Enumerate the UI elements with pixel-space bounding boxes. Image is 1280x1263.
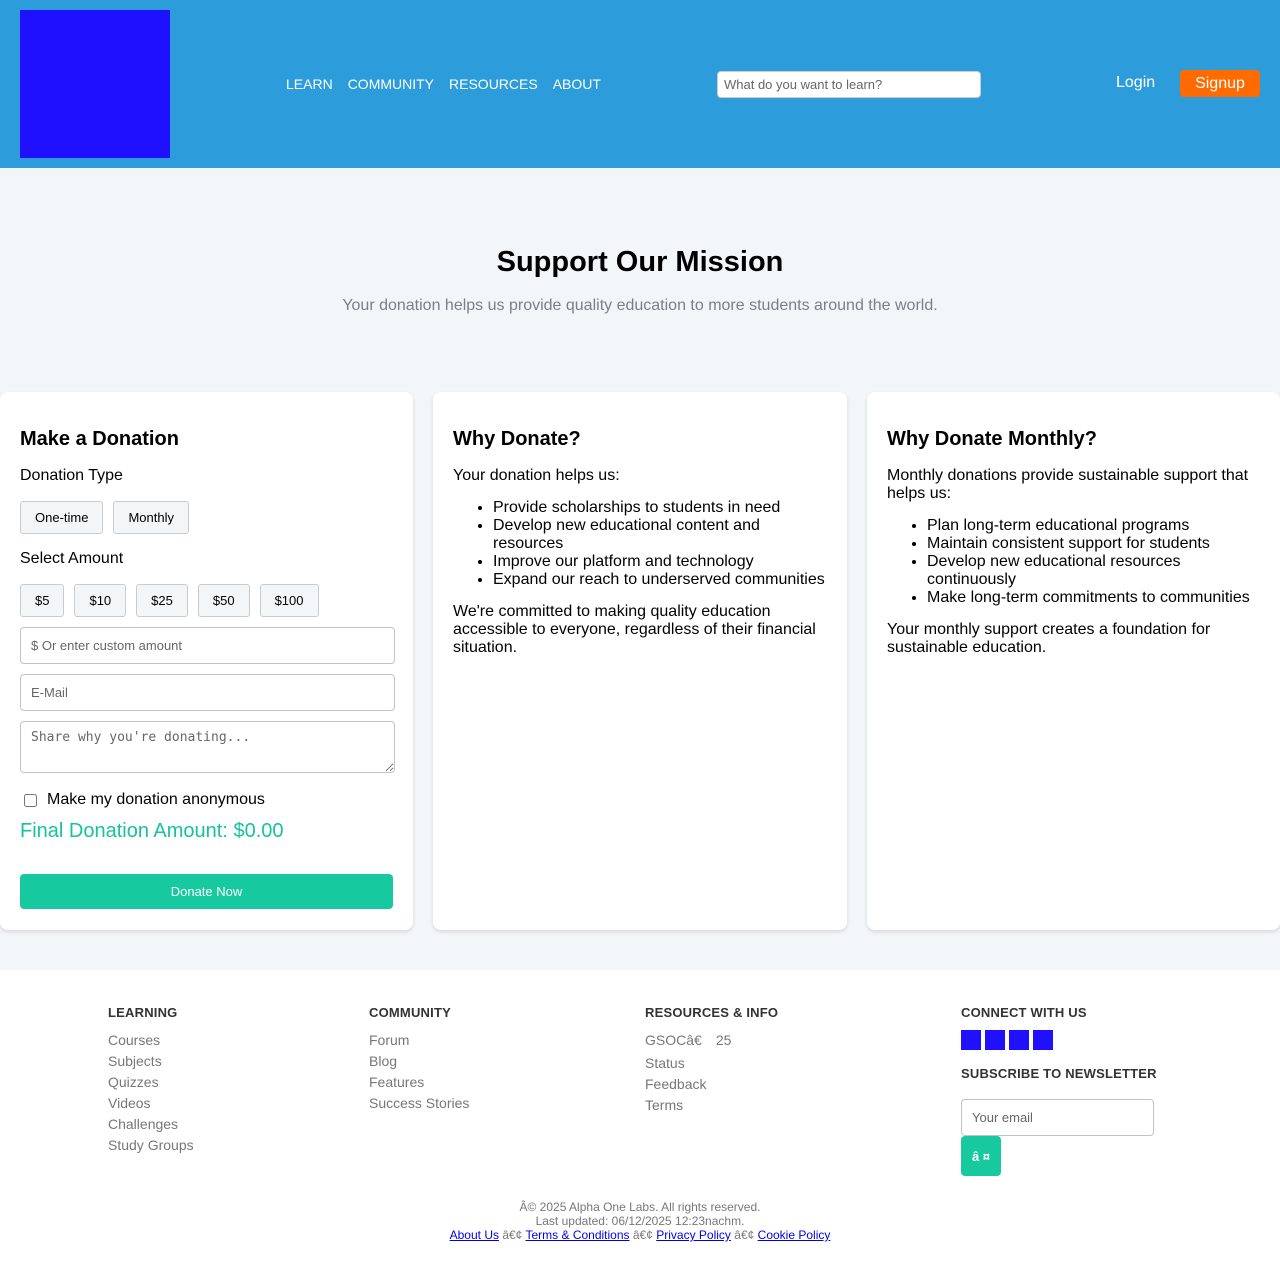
search-input[interactable] [717, 71, 981, 98]
amount-100-button[interactable]: $100 [259, 584, 319, 617]
type-monthly-button[interactable]: Monthly [113, 501, 189, 534]
site-header: LEARN COMMUNITY RESOURCES ABOUT Login Si… [0, 0, 1280, 168]
footer-link-blog[interactable]: Blog [369, 1051, 469, 1072]
footer-link-videos[interactable]: Videos [108, 1093, 194, 1114]
anonymous-checkbox[interactable] [24, 793, 37, 807]
custom-amount-input[interactable] [20, 627, 395, 664]
list-item: Develop new educational resources contin… [927, 553, 1260, 589]
footer-learning: LEARNING Courses Subjects Quizzes Videos… [108, 1005, 194, 1156]
footer-link-forum[interactable]: Forum [369, 1030, 469, 1051]
legal-link-about[interactable]: About Us [450, 1228, 499, 1242]
list-item: Improve our platform and technology [493, 553, 827, 571]
social-icon[interactable] [1033, 1030, 1053, 1050]
select-amount-label: Select Amount [20, 550, 124, 567]
why-monthly-intro: Monthly donations provide sustainable su… [887, 467, 1249, 502]
footer-link-challenges[interactable]: Challenges [108, 1114, 194, 1135]
site-footer: LEARNING Courses Subjects Quizzes Videos… [0, 970, 1280, 1263]
list-item: Expand our reach to underserved communit… [493, 571, 827, 589]
donation-type-group: One-time Monthly [20, 501, 393, 534]
newsletter-title: SUBSCRIBE TO NEWSLETTER [961, 1066, 1157, 1081]
list-item: Make long-term commitments to communitie… [927, 589, 1260, 607]
gsoc-year: 25 [715, 1032, 732, 1048]
legal-link-cookie[interactable]: Cookie Policy [758, 1228, 831, 1242]
footer-learning-title: LEARNING [108, 1005, 178, 1020]
newsletter-email-input[interactable] [961, 1099, 1154, 1136]
footer-link-features[interactable]: Features [369, 1072, 469, 1093]
footer-link-status[interactable]: Status [645, 1053, 778, 1074]
footer-community-title: COMMUNITY [369, 1005, 451, 1020]
list-item: Develop new educational content and reso… [493, 517, 827, 553]
footer-link-success-stories[interactable]: Success Stories [369, 1093, 469, 1114]
login-link[interactable]: Login [1116, 74, 1155, 92]
amount-50-button[interactable]: $50 [197, 584, 250, 617]
footer-link-terms[interactable]: Terms [645, 1095, 778, 1116]
list-item: Provide scholarships to students in need [493, 499, 827, 517]
footer-link-subjects[interactable]: Subjects [108, 1051, 194, 1072]
newsletter-subscribe-button[interactable]: â ¤ [961, 1136, 1001, 1176]
page-title: Support Our Mission [496, 246, 784, 278]
email-field[interactable] [20, 674, 395, 711]
donation-form-card: Make a Donation Donation Type One-time M… [0, 392, 413, 930]
anonymous-label: Make my donation anonymous [47, 791, 265, 808]
footer-community: COMMUNITY Forum Blog Features Success St… [369, 1005, 469, 1114]
final-donation-amount: Final Donation Amount: $0.00 [20, 820, 284, 842]
legal-separator: â€¢ [734, 1228, 755, 1242]
why-monthly-outro: Your monthly support creates a foundatio… [887, 621, 1211, 656]
amount-10-button[interactable]: $10 [74, 584, 127, 617]
footer-connect-title: CONNECT WITH US [961, 1005, 1087, 1020]
legal-link-terms[interactable]: Terms & Conditions [525, 1228, 629, 1242]
amount-group: $5 $10 $25 $50 $100 [20, 584, 393, 617]
why-monthly-title: Why Donate Monthly? [887, 428, 1097, 450]
footer-link-courses[interactable]: Courses [108, 1030, 194, 1051]
logo-image[interactable] [20, 10, 170, 158]
list-item: Plan long-term educational programs [927, 517, 1260, 535]
legal-separator: â€¢ [632, 1228, 653, 1242]
why-donate-list: Provide scholarships to students in need… [493, 499, 827, 589]
legal-separator: â€¢ [502, 1228, 523, 1242]
why-donate-title: Why Donate? [453, 428, 581, 450]
why-monthly-card: Why Donate Monthly? Monthly donations pr… [867, 392, 1280, 930]
footer-connect: CONNECT WITH US SUBSCRIBE TO NEWSLETTER … [961, 1005, 1157, 1176]
why-donate-card: Why Donate? Your donation helps us: Prov… [433, 392, 847, 930]
anonymous-option: Make my donation anonymous [20, 791, 393, 809]
signup-button[interactable]: Signup [1180, 70, 1260, 97]
footer-link-study-groups[interactable]: Study Groups [108, 1135, 194, 1156]
donation-type-label: Donation Type [20, 467, 123, 484]
main-nav: LEARN COMMUNITY RESOURCES ABOUT [286, 76, 601, 92]
amount-5-button[interactable]: $5 [20, 584, 65, 617]
last-updated-text: Last updated: 06/12/2025 12:23nachm. [535, 1214, 745, 1228]
legal-links: About Us â€¢ Terms & Conditions â€¢ Priv… [0, 1228, 1280, 1242]
nav-learn[interactable]: LEARN [286, 76, 333, 92]
type-one-time-button[interactable]: One-time [20, 501, 104, 534]
message-textarea[interactable] [20, 721, 395, 773]
donate-now-button[interactable]: Donate Now [20, 874, 393, 909]
nav-community[interactable]: COMMUNITY [348, 76, 434, 92]
copyright-text: Â© 2025 Alpha One Labs. All rights reser… [519, 1200, 761, 1214]
gsoc-label: GSOCâ€ [645, 1032, 702, 1048]
social-icons [961, 1030, 1157, 1050]
page-subtitle: Your donation helps us provide quality e… [342, 297, 938, 314]
why-donate-outro: We're committed to making quality educat… [453, 603, 816, 656]
footer-gsoc-link[interactable]: GSOCâ€ 25 [645, 1030, 778, 1051]
list-item: Maintain consistent support for students [927, 535, 1260, 553]
social-icon[interactable] [961, 1030, 981, 1050]
nav-resources[interactable]: RESOURCES [449, 76, 538, 92]
nav-about[interactable]: ABOUT [553, 76, 601, 92]
footer-resources: RESOURCES & INFO GSOCâ€ 25 Status Feedba… [645, 1005, 778, 1116]
amount-25-button[interactable]: $25 [136, 584, 188, 617]
footer-link-feedback[interactable]: Feedback [645, 1074, 778, 1095]
footer-copyright: Â© 2025 Alpha One Labs. All rights reser… [0, 1200, 1280, 1242]
why-monthly-list: Plan long-term educational programs Main… [927, 517, 1260, 607]
donation-form-title: Make a Donation [20, 428, 179, 450]
footer-resources-title: RESOURCES & INFO [645, 1005, 779, 1020]
social-icon[interactable] [1009, 1030, 1029, 1050]
why-donate-intro: Your donation helps us: [453, 467, 620, 484]
social-icon[interactable] [985, 1030, 1005, 1050]
footer-link-quizzes[interactable]: Quizzes [108, 1072, 194, 1093]
legal-link-privacy[interactable]: Privacy Policy [656, 1228, 731, 1242]
